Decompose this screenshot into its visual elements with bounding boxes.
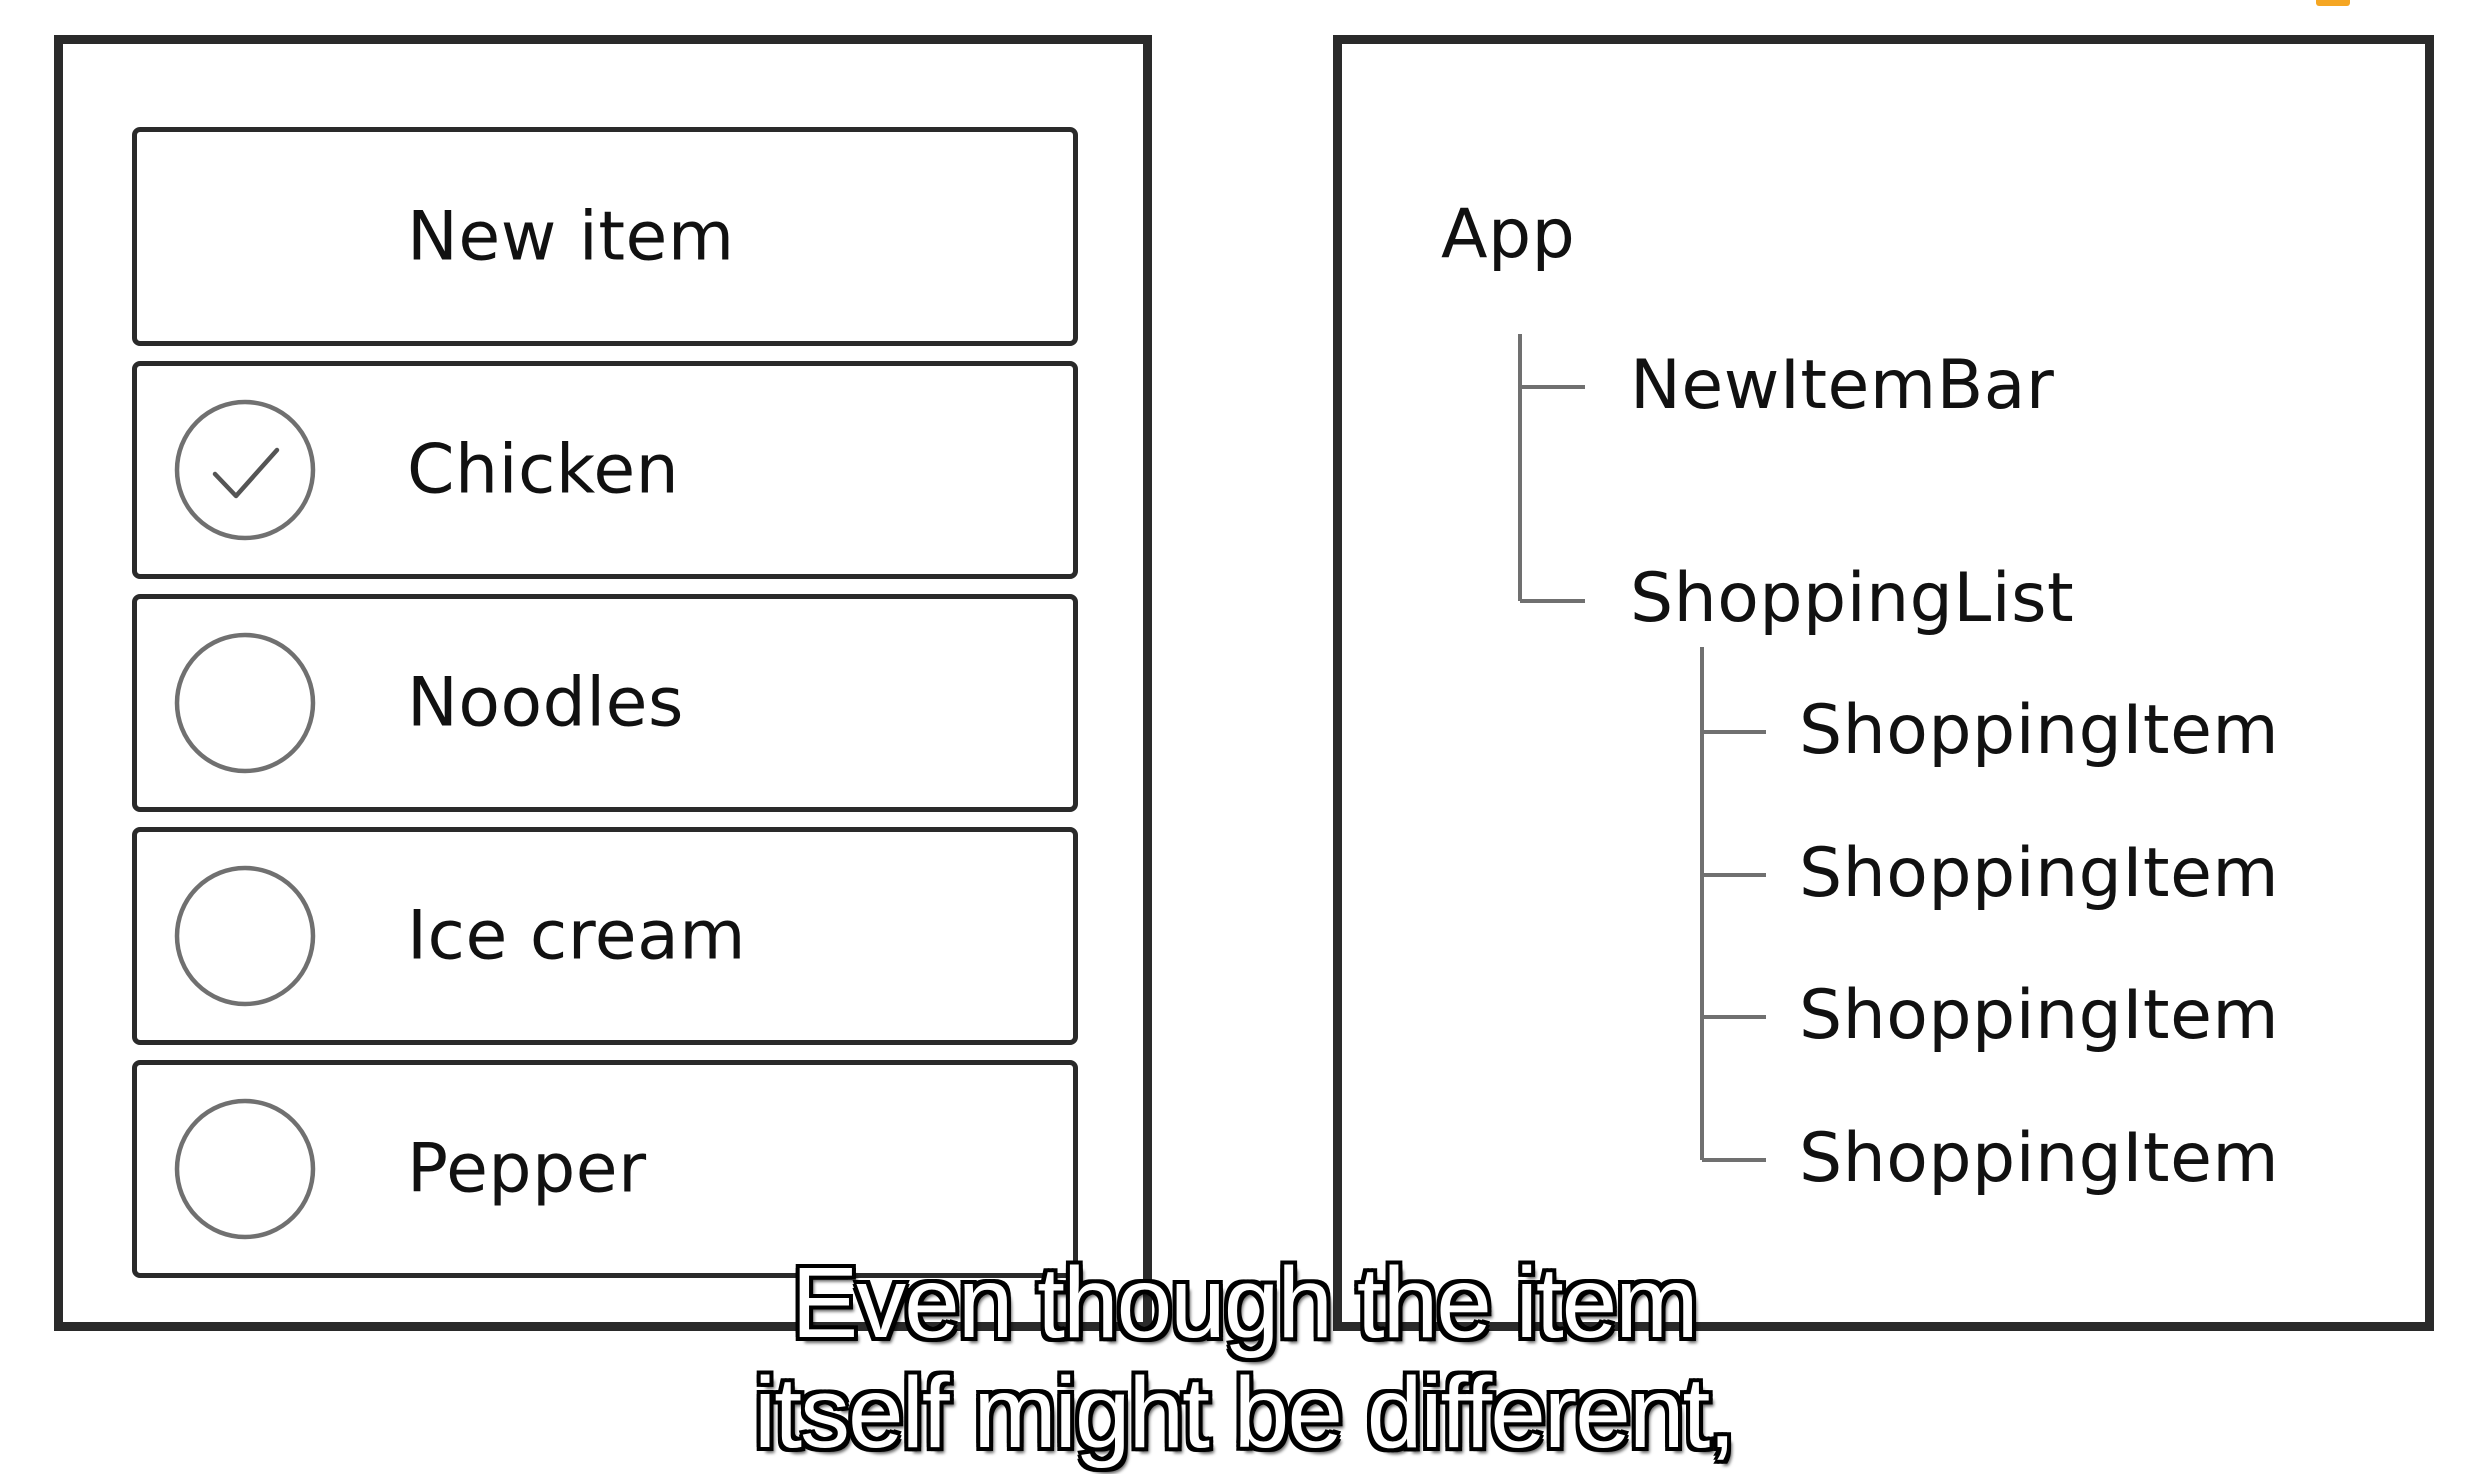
subtitle-caption: Even though the item itself might be dif… [0, 1248, 2488, 1468]
shopping-item-ice-cream[interactable]: Ice cream [132, 827, 1078, 1045]
new-item-placeholder: New item [407, 197, 735, 276]
shopping-item-chicken[interactable]: Chicken [132, 361, 1078, 579]
item-label: Noodles [407, 663, 684, 743]
component-tree-panel: App NewItemBar ShoppingList ShoppingItem… [1333, 35, 2434, 1331]
empty-circle-icon[interactable] [173, 631, 317, 775]
empty-circle-icon[interactable] [173, 1097, 317, 1241]
tree-node-shopping-item: ShoppingItem [1799, 834, 2280, 913]
new-item-bar[interactable]: New item [132, 127, 1078, 346]
corner-accent-mark [2316, 0, 2350, 6]
empty-circle-icon[interactable] [173, 864, 317, 1008]
tree-node-new-item-bar: NewItemBar [1630, 346, 2055, 425]
shopping-item-noodles[interactable]: Noodles [132, 594, 1078, 812]
shopping-item-pepper[interactable]: Pepper [132, 1060, 1078, 1278]
tree-node-shopping-item: ShoppingItem [1799, 1119, 2280, 1198]
check-circle-icon[interactable] [173, 398, 317, 542]
shopping-app-panel: New item Chicken Noodles Ice cream Peppe… [54, 35, 1152, 1331]
item-label: Ice cream [407, 896, 746, 976]
item-label: Pepper [407, 1129, 647, 1209]
caption-line-1: Even though the item [791, 1247, 1698, 1359]
item-label: Chicken [407, 430, 680, 510]
tree-node-shopping-list: ShoppingList [1630, 559, 2075, 638]
tree-node-app: App [1441, 195, 1576, 274]
caption-line-2: itself might be different, [753, 1357, 1736, 1469]
tree-node-shopping-item: ShoppingItem [1799, 976, 2280, 1055]
tree-node-shopping-item: ShoppingItem [1799, 691, 2280, 770]
